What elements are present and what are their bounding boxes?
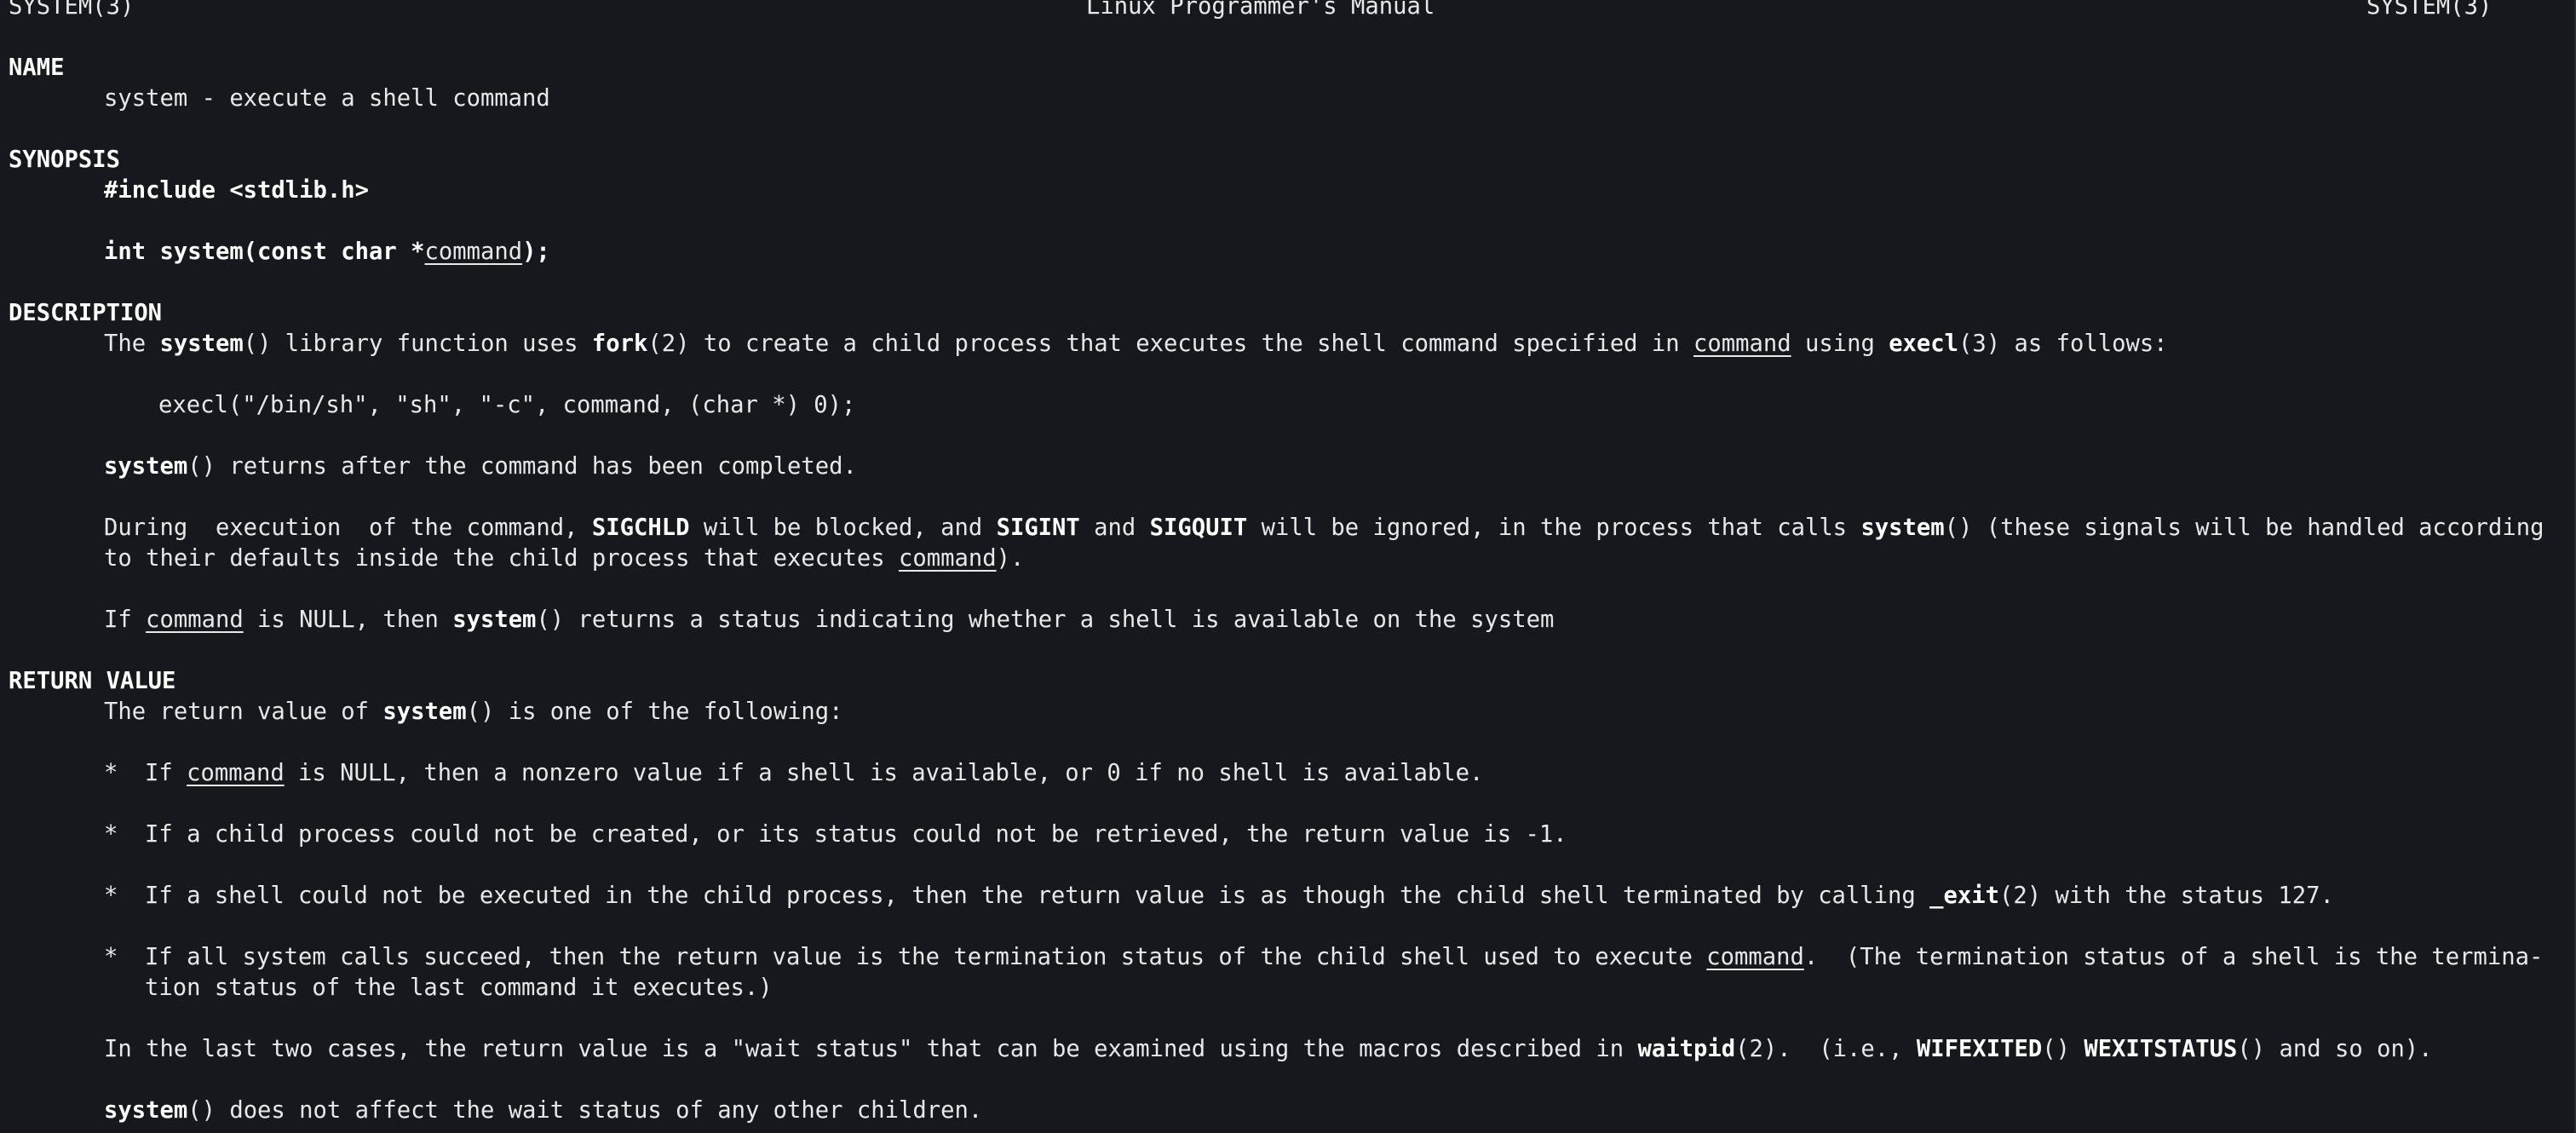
text: (2) with the status 127. <box>1998 883 2334 909</box>
func-system: system <box>104 1097 188 1124</box>
text: If <box>104 607 147 633</box>
func-system: system <box>1860 515 1945 541</box>
terminal-window[interactable]: SYSTEM(3) Linux Programmer's Manual SYST… <box>0 0 2576 1133</box>
text: () does not affect the wait status of an… <box>187 1097 983 1124</box>
description-paragraph-4: If command is NULL, then system() return… <box>104 605 1554 636</box>
bullet-marker: * <box>104 883 118 909</box>
text: If all system calls succeed, then the re… <box>145 944 1707 970</box>
header-right: SYSTEM(3) <box>2366 0 2493 20</box>
section-heading-return-value: RETURN VALUE <box>9 668 176 694</box>
bullet-marker: * <box>104 760 118 786</box>
description-paragraph-2: system() returns after the command has b… <box>104 451 857 482</box>
prototype-arg: command <box>424 239 523 265</box>
text: () returns a status indicating whether a… <box>536 607 1555 633</box>
text: If <box>145 760 187 786</box>
text: () <box>2042 1036 2084 1062</box>
return-item-2: If a child process could not be created,… <box>145 821 1567 848</box>
prototype-end: ); <box>522 239 550 265</box>
text: (2) to create a child process that execu… <box>647 331 1694 357</box>
text: will be blocked, and <box>689 515 997 541</box>
description-paragraph-3: During execution of the command, SIGCHLD… <box>104 513 2544 543</box>
text: (3) as follows: <box>1958 331 2168 357</box>
return-item-3: If a shell could not be executed in the … <box>145 881 2334 912</box>
bullet-marker: * <box>104 944 118 970</box>
section-heading-synopsis: SYNOPSIS <box>9 147 120 173</box>
text: The <box>104 331 160 357</box>
return-item-1: If command is NULL, then a nonzero value… <box>145 758 1483 789</box>
func-system: system <box>382 699 467 725</box>
description-paragraph-3-cont: to their defaults inside the child proce… <box>104 543 1024 574</box>
text: and <box>1079 515 1150 541</box>
func-system: system <box>159 331 244 357</box>
func-system: system <box>452 607 537 633</box>
return-item-4-cont: tion status of the last command it execu… <box>145 975 773 1001</box>
text: () library function uses <box>243 331 592 357</box>
return-value-final: system() does not affect the wait status… <box>104 1096 982 1126</box>
signal-sigint: SIGINT <box>996 515 1080 541</box>
section-heading-name: NAME <box>9 55 65 81</box>
arg-command: command <box>187 760 285 786</box>
arg-command: command <box>1693 331 1791 357</box>
bullet-marker: * <box>104 821 118 848</box>
header-center: Linux Programmer's Manual <box>1086 0 1435 20</box>
text: () returns after the command has been co… <box>187 453 857 480</box>
text: If a shell could not be executed in the … <box>145 883 1930 909</box>
code-example: execl("/bin/sh", "sh", "-c", command, (c… <box>158 392 856 418</box>
signal-sigquit: SIGQUIT <box>1149 515 1248 541</box>
arg-command: command <box>1706 944 1804 970</box>
return-value-last-cases: In the last two cases, the return value … <box>104 1034 2433 1065</box>
return-value-intro: The return value of system() is one of t… <box>104 697 843 728</box>
header-left: SYSTEM(3) <box>9 0 135 20</box>
signal-sigchld: SIGCHLD <box>591 515 690 541</box>
text: using <box>1791 331 1889 357</box>
section-heading-description: DESCRIPTION <box>9 300 163 326</box>
text: is NULL, then <box>243 607 453 633</box>
text: to their defaults inside the child proce… <box>104 545 899 572</box>
text: ). <box>996 545 1025 572</box>
synopsis-include: #include <stdlib.h> <box>104 177 369 204</box>
macro-wifexited: WIFEXITED <box>1916 1036 2043 1062</box>
text: (2). (i.e., <box>1735 1036 1917 1062</box>
text: In the last two cases, the return value … <box>104 1036 1638 1062</box>
arg-command: command <box>146 607 244 633</box>
prototype-start: int system(const char * <box>104 239 425 265</box>
text: During execution of the command, <box>104 515 592 541</box>
text: is NULL, then a nonzero value if a shell… <box>284 760 1484 786</box>
func-waitpid: waitpid <box>1637 1036 1736 1062</box>
text: will be ignored, in the process that cal… <box>1247 515 1861 541</box>
text: () (these signals will be handled accord… <box>1944 515 2544 541</box>
func-execl: execl <box>1889 331 1959 357</box>
func-exit: _exit <box>1929 883 1999 909</box>
name-text: system - execute a shell command <box>104 85 550 112</box>
return-item-4: If all system calls succeed, then the re… <box>145 942 2543 973</box>
text: The return value of <box>104 699 383 725</box>
synopsis-prototype: int system(const char *command); <box>104 237 550 267</box>
description-paragraph-1: The system() library function uses fork(… <box>104 329 2168 359</box>
func-fork: fork <box>591 331 648 357</box>
func-system: system <box>104 453 188 480</box>
text: () and so on). <box>2237 1036 2433 1062</box>
arg-command: command <box>899 545 997 572</box>
macro-wexitstatus: WEXITSTATUS <box>2084 1036 2238 1062</box>
text: () is one of the following: <box>466 699 843 725</box>
text: . (The termination status of a shell is … <box>1803 944 2544 970</box>
